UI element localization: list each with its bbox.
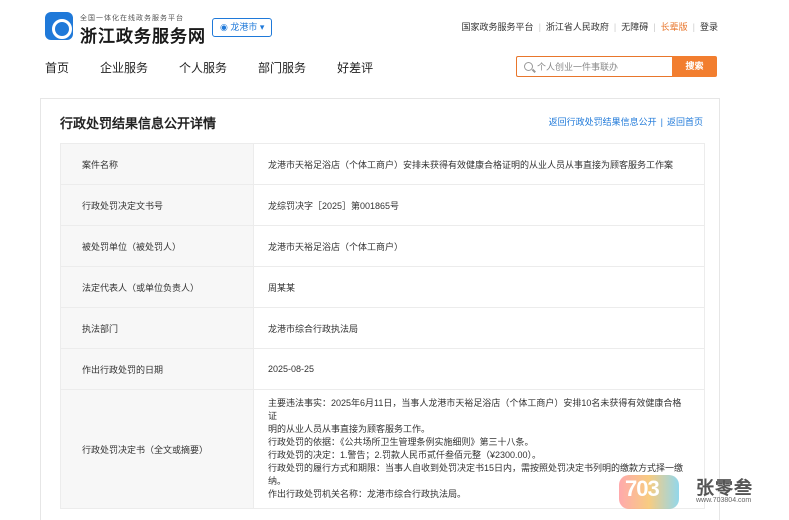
row-value-penalized-party: 龙港市天裕足浴店（个体工商户）: [253, 225, 705, 267]
divider: |: [660, 117, 663, 127]
row-value-penalty-date: 2025-08-25: [253, 348, 705, 390]
divider: |: [653, 22, 656, 32]
row-key-enforcement-dept: 执法部门: [60, 307, 254, 349]
table-row: 案件名称 龙港市天裕足浴店（个体工商户）安排未获得有效健康合格证明的从业人员从事…: [60, 143, 705, 185]
panel-links: 返回行政处罚结果信息公开 | 返回首页: [549, 115, 703, 128]
link-provincial-gov[interactable]: 浙江省人民政府: [546, 20, 609, 33]
watermark-logo: 703 张零叁 www.703804.com: [612, 470, 772, 515]
city-label: 龙港市: [230, 22, 258, 32]
nav-enterprise-services[interactable]: 企业服务: [100, 61, 148, 75]
nav-personal-services[interactable]: 个人服务: [179, 61, 227, 75]
row-key-doc-number: 行政处罚决定文书号: [60, 184, 254, 226]
detail-panel: 行政处罚结果信息公开详情 返回行政处罚结果信息公开 | 返回首页 案件名称 龙港市天…: [40, 98, 720, 520]
main-nav: 首页 企业服务 个人服务 部门服务 好差评: [45, 59, 404, 76]
table-row: 被处罚单位（被处罚人） 龙港市天裕足浴店（个体工商户）: [60, 225, 705, 267]
link-login[interactable]: 登录: [700, 20, 718, 33]
row-key-legal-rep: 法定代表人（或单位负责人）: [60, 266, 254, 308]
caret-down-icon: ▾: [259, 22, 265, 32]
location-pin-icon: ◉: [220, 22, 228, 32]
link-elder-mode[interactable]: 长辈版: [661, 20, 688, 33]
row-key-penalized-party: 被处罚单位（被处罚人）: [60, 225, 254, 267]
city-selector[interactable]: ◉ 龙港市 ▾: [212, 18, 273, 37]
row-value-case-name: 龙港市天裕足浴店（个体工商户）安排未获得有效健康合格证明的从业人员从事直接为顾客…: [253, 143, 705, 185]
row-value-legal-rep: 周某某: [253, 266, 705, 308]
row-key-decision: 行政处罚决定书（全文或摘要）: [60, 389, 254, 509]
table-row: 作出行政处罚的日期 2025-08-25: [60, 348, 705, 390]
back-home-link[interactable]: 返回首页: [667, 117, 703, 127]
logo-title[interactable]: 浙江政务服务网: [80, 22, 206, 47]
nav-feedback[interactable]: 好差评: [337, 61, 373, 75]
site-header: 全国一体化在线政务服务平台 浙江政务服务网 ◉ 龙港市 ▾ 国家政务服务平台 | 浙…: [0, 0, 789, 48]
search-button[interactable]: 搜索: [672, 56, 717, 77]
site-logo-icon[interactable]: [45, 12, 73, 40]
link-national-platform[interactable]: 国家政务服务平台: [462, 20, 534, 33]
nav-department-services[interactable]: 部门服务: [258, 61, 306, 75]
search-icon: [524, 62, 533, 71]
top-links: 国家政务服务平台 | 浙江省人民政府 | 无障碍 | 长辈版 | 登录: [462, 20, 718, 33]
table-row: 行政处罚决定书（全文或摘要） 主要违法事实：2025年6月11日，当事人龙港市天…: [60, 389, 705, 509]
table-row: 法定代表人（或单位负责人） 周某某: [60, 266, 705, 308]
row-value-enforcement-dept: 龙港市综合行政执法局: [253, 307, 705, 349]
watermark-url: www.703804.com: [696, 497, 752, 504]
table-row: 执法部门 龙港市综合行政执法局: [60, 307, 705, 349]
divider: |: [538, 22, 541, 32]
watermark-digits: 703: [625, 476, 660, 501]
decision-line: 主要违法事实：2025年6月11日，当事人龙港市天裕足浴店（个体工商户）安排10…: [268, 398, 682, 421]
nav-home[interactable]: 首页: [45, 61, 69, 75]
search-box: [516, 56, 672, 77]
row-key-case-name: 案件名称: [60, 143, 254, 185]
page-title: 行政处罚结果信息公开详情: [60, 116, 217, 131]
row-value-doc-number: 龙综罚决字［2025］第001865号: [253, 184, 705, 226]
divider: |: [613, 22, 617, 32]
decision-line: 行政处罚的决定：1.警告；2.罚款人民币贰仟叁佰元整（¥2300.00）。: [268, 450, 542, 460]
search-input[interactable]: [537, 60, 667, 74]
link-accessibility[interactable]: 无障碍: [621, 20, 648, 33]
divider: |: [692, 22, 695, 32]
decision-line: 明的从业人员从事直接为顾客服务工作。: [268, 424, 431, 434]
detail-table: 案件名称 龙港市天裕足浴店（个体工商户）安排未获得有效健康合格证明的从业人员从事…: [60, 143, 705, 509]
back-to-list-link[interactable]: 返回行政处罚结果信息公开: [549, 117, 657, 127]
row-key-penalty-date: 作出行政处罚的日期: [60, 348, 254, 390]
decision-line: 行政处罚的依据：《公共场所卫生管理条例实施细则》第三十八条。: [268, 437, 534, 447]
table-row: 行政处罚决定文书号 龙综罚决字［2025］第001865号: [60, 184, 705, 226]
